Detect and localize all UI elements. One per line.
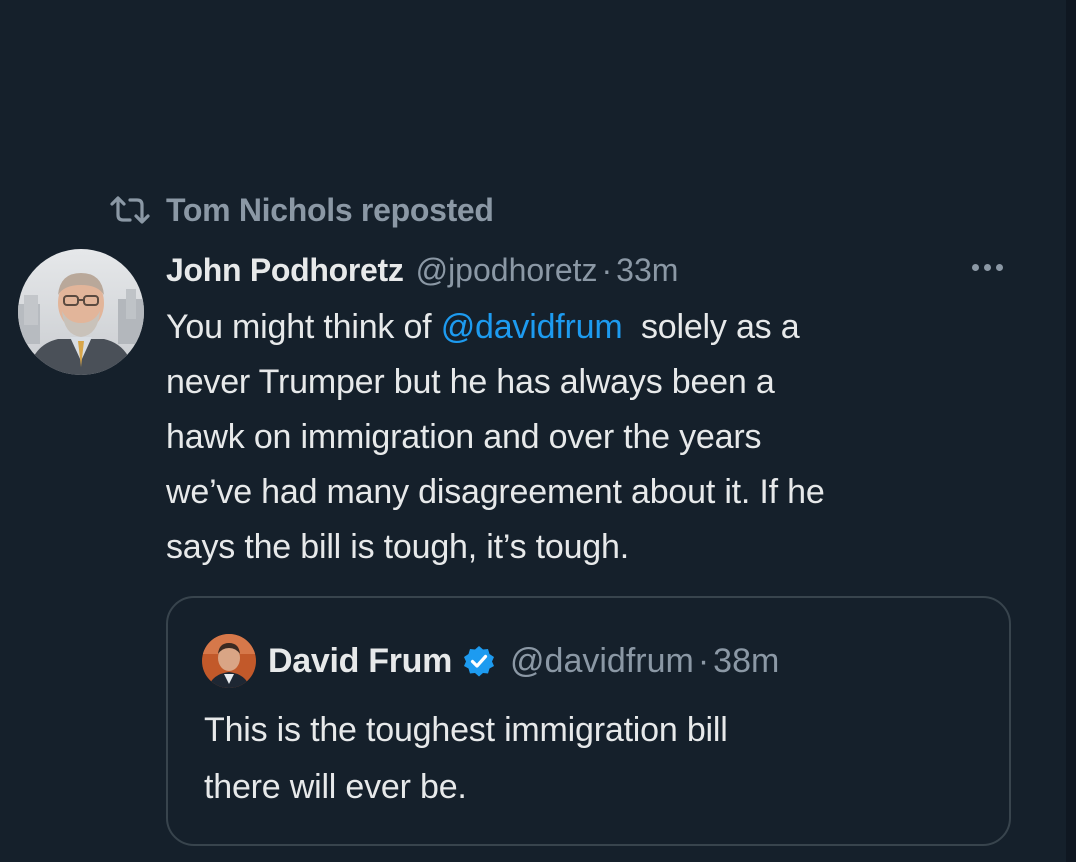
separator-dot: · <box>697 641 710 680</box>
mention-link[interactable]: @davidfrum <box>441 308 623 346</box>
repost-label: Tom Nichols reposted <box>166 191 494 228</box>
quote-author-handle[interactable]: @davidfrum <box>510 642 694 681</box>
tweet-timestamp[interactable]: 33m <box>616 252 678 289</box>
author-avatar[interactable] <box>18 249 144 375</box>
quote-timestamp[interactable]: 38m <box>713 642 779 681</box>
quote-author-avatar[interactable] <box>202 634 256 688</box>
tweet-text-line: never Trumper but he has always been a <box>166 363 775 401</box>
tweet-text-line: hawk on immigration and over the years <box>166 418 762 456</box>
tweet-text-line: says the bill is tough, it’s tough. <box>166 528 629 566</box>
repost-icon <box>108 195 152 225</box>
author-handle[interactable]: @jpodhoretz <box>416 252 598 289</box>
tweet-text: You might think of @davidfrum solely as … <box>166 300 1046 575</box>
more-options-button[interactable] <box>962 252 1012 282</box>
tweet-text-line: You might think of @davidfrum solely as … <box>166 308 800 346</box>
author-name[interactable]: John Podhoretz <box>166 252 404 289</box>
separator-dot: · <box>601 251 613 288</box>
tweet-header: John Podhoretz @jpodhoretz · 33m <box>166 248 678 292</box>
quote-text: This is the toughest immigration bill th… <box>204 702 728 816</box>
quote-author-name[interactable]: David Frum <box>268 642 452 681</box>
verified-badge-icon <box>462 644 496 678</box>
more-options-icon <box>971 263 979 271</box>
quote-text-line: there will ever be. <box>204 768 467 806</box>
quoted-tweet-card[interactable]: David Frum @davidfrum · 38m This is the … <box>166 596 1011 846</box>
quote-text-line: This is the toughest immigration bill <box>204 711 728 749</box>
quote-header: David Frum @davidfrum · 38m <box>202 634 779 688</box>
window-edge <box>1066 0 1076 862</box>
repost-context[interactable]: Tom Nichols reposted <box>108 190 494 230</box>
tweet-text-line: we’ve had many disagreement about it. If… <box>166 473 825 511</box>
